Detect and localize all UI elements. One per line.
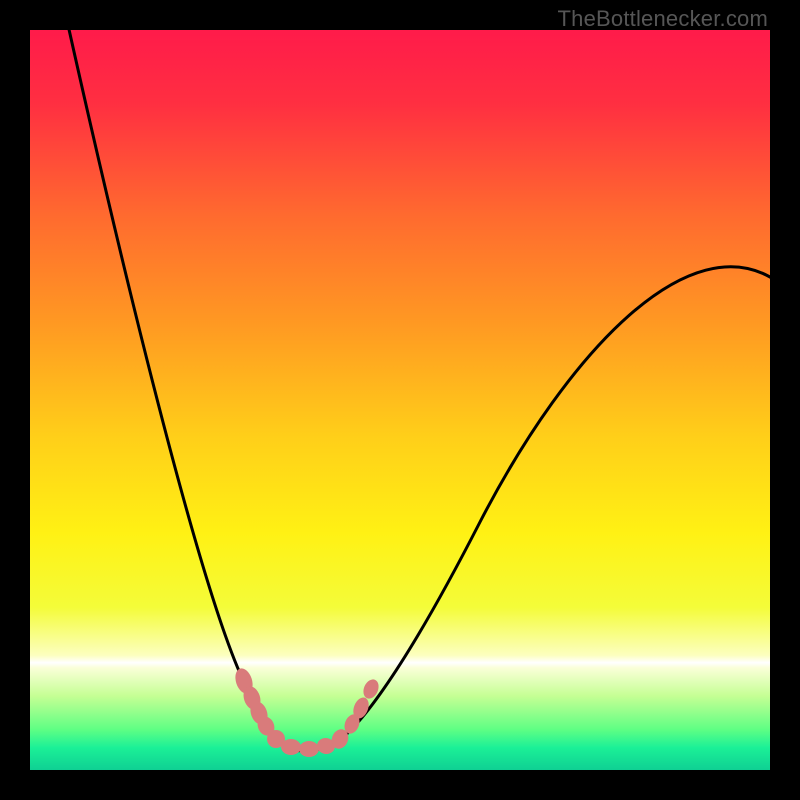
bottleneck-curve — [68, 30, 770, 751]
curve-marker — [281, 739, 301, 755]
watermark-text: TheBottlenecker.com — [558, 6, 768, 32]
curve-marker — [299, 741, 319, 757]
curve-layer — [30, 30, 770, 770]
chart-frame: TheBottlenecker.com — [0, 0, 800, 800]
plot-area — [30, 30, 770, 770]
